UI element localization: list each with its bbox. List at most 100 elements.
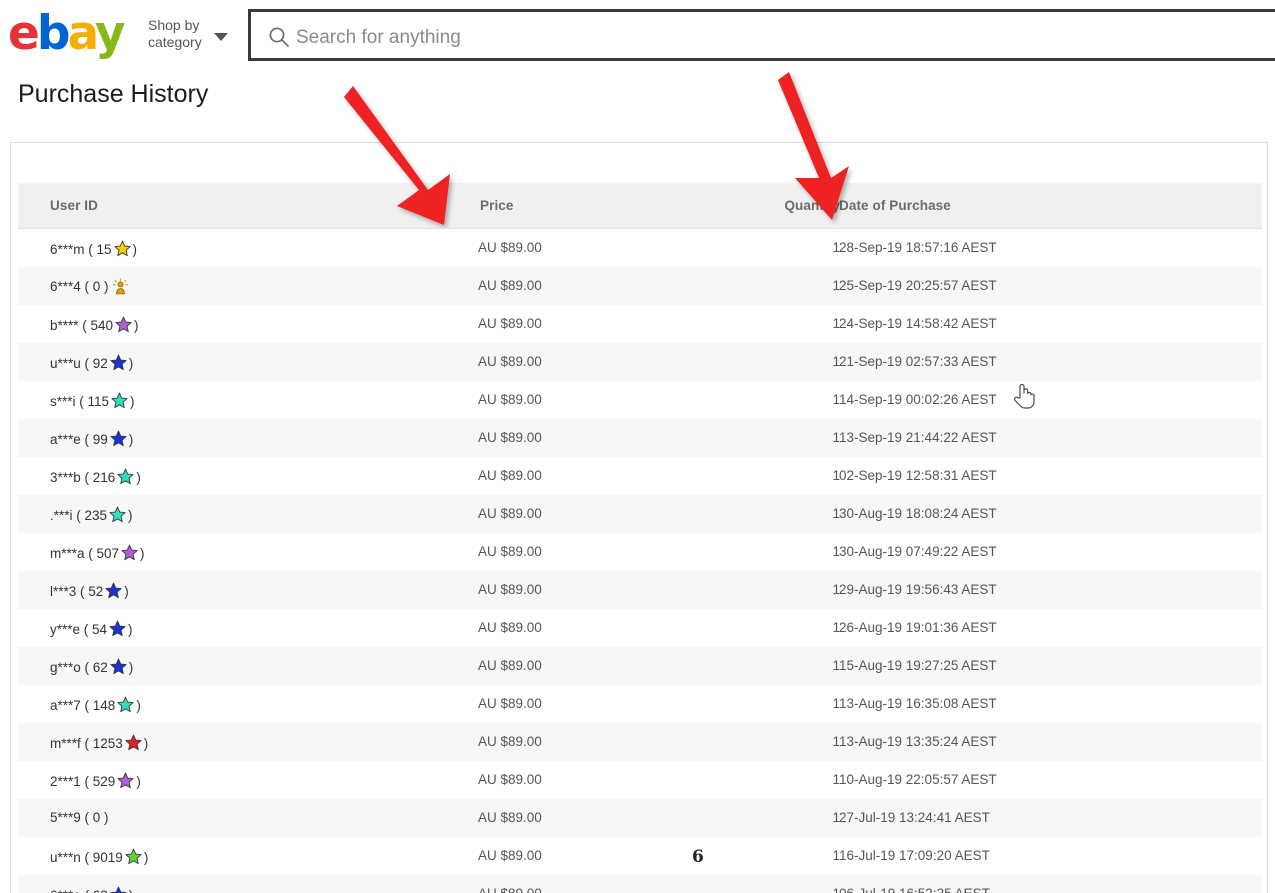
table-row[interactable]: s***i ( 115) AU $89.00 1 14-Sep-19 00:02:26… — [18, 381, 1262, 419]
table-row[interactable]: u***n ( 9019) AU $89.00 1 16-Jul-19 17:09:2… — [18, 837, 1262, 875]
table-row[interactable]: a***e ( 99) AU $89.00 1 13-Sep-19 21:44:22 … — [18, 419, 1262, 457]
cell-user-id[interactable]: .***i ( 235) — [50, 506, 133, 526]
shop-by-category-line1: Shop by — [148, 17, 200, 33]
feedback-star-icon-red[interactable] — [125, 734, 142, 754]
table-row[interactable]: .***i ( 235) AU $89.00 1 30-Aug-19 18:08:24… — [18, 495, 1262, 533]
user-id-tail: ) — [136, 698, 141, 713]
feedback-star-icon-blue[interactable] — [110, 886, 127, 893]
cell-date-of-purchase: 16-Jul-19 17:09:20 AEST — [839, 848, 990, 863]
table-row[interactable]: y***e ( 54) AU $89.00 1 26-Aug-19 19:01:36 … — [18, 609, 1262, 647]
cell-date-of-purchase: 10-Aug-19 22:05:57 AEST — [839, 772, 997, 787]
cell-date-of-purchase: 29-Aug-19 19:56:43 AEST — [839, 582, 997, 597]
table-row[interactable]: 3***b ( 216) AU $89.00 1 02-Sep-19 12:58:31… — [18, 457, 1262, 495]
feedback-star-icon-purple[interactable] — [115, 316, 132, 336]
cell-quantity: 1 — [832, 848, 840, 863]
cell-user-id[interactable]: 5***9 ( 0 ) — [50, 810, 109, 825]
logo-letter-a: a — [67, 6, 98, 61]
column-header-price[interactable]: Price — [480, 198, 514, 213]
feedback-star-icon-blue[interactable] — [105, 582, 122, 602]
feedback-star-icon-turquoise[interactable] — [117, 468, 134, 488]
feedback-star-icon-turquoise[interactable] — [109, 506, 126, 526]
cell-price: AU $89.00 — [478, 848, 542, 863]
cell-user-id[interactable]: g***o ( 62) — [50, 658, 133, 678]
cell-user-id[interactable]: u***n ( 9019) — [50, 848, 148, 868]
feedback-star-icon-turquoise[interactable] — [117, 696, 134, 716]
feedback-star-icon-purple[interactable] — [121, 544, 138, 564]
column-header-date-of-purchase[interactable]: Date of Purchase — [839, 198, 951, 213]
cell-quantity: 1 — [832, 316, 840, 331]
cell-price: AU $89.00 — [478, 620, 542, 635]
feedback-star-icon-blue[interactable] — [110, 430, 127, 450]
table-body: 6***m ( 15) AU $89.00 1 28-Sep-19 18:57:16 … — [18, 229, 1262, 893]
user-id-tail: ) — [134, 318, 139, 333]
cell-date-of-purchase: 24-Sep-19 14:58:42 AEST — [839, 316, 997, 331]
cell-user-id[interactable]: b**** ( 540) — [50, 316, 139, 336]
purchase-history-page: ebay Shop by category Search for anythin… — [0, 0, 1275, 893]
feedback-star-icon-blue[interactable] — [110, 354, 127, 374]
cell-price: AU $89.00 — [478, 316, 542, 331]
shop-by-category-line2: category — [148, 34, 202, 50]
table-row[interactable]: 6***a ( 63) AU $89.00 106-Jul-19 16:52:25 … — [18, 875, 1262, 893]
cell-user-id[interactable]: a***e ( 99) — [50, 430, 133, 450]
chevron-down-icon[interactable] — [214, 33, 228, 41]
table-row[interactable]: l***3 ( 52) AU $89.00 1 29-Aug-19 19:56:43 … — [18, 571, 1262, 609]
table-row[interactable]: a***7 ( 148) AU $89.00 1 13-Aug-19 16:35:08… — [18, 685, 1262, 723]
cell-quantity: 1 — [832, 392, 840, 407]
table-header-row: User ID Price Quantity Date of Purchase — [18, 183, 1262, 229]
column-header-quantity[interactable]: Quantity — [732, 198, 840, 213]
cell-date-of-purchase: 28-Sep-19 18:57:16 AEST — [839, 240, 997, 255]
cell-user-id[interactable]: u***u ( 92) — [50, 354, 133, 374]
user-id-tail: ) — [140, 546, 145, 561]
cell-price: AU $89.00 — [478, 810, 542, 825]
cell-date-of-purchase: 15-Aug-19 19:27:25 AEST — [839, 658, 997, 673]
cell-user-id[interactable]: y***e ( 54) — [50, 620, 133, 640]
table-row[interactable]: b**** ( 540) AU $89.00 1 24-Sep-19 14:58:42… — [18, 305, 1262, 343]
user-id-text: 6***a ( 63 — [50, 888, 108, 893]
cell-date-of-purchase: 21-Sep-19 02:57:33 AEST — [839, 354, 997, 369]
cell-user-id[interactable]: 2***1 ( 529) — [50, 772, 141, 792]
user-id-text: a***7 ( 148 — [50, 698, 116, 713]
table-row[interactable]: 5***9 ( 0 ) AU $89.00 1 27-Jul-19 13:24:41 … — [18, 799, 1262, 837]
table-row[interactable]: 2***1 ( 529) AU $89.00 1 10-Aug-19 22:05:57… — [18, 761, 1262, 799]
cell-user-id[interactable]: m***f ( 1253) — [50, 734, 148, 754]
user-id-text: m***a ( 507 — [50, 546, 120, 561]
cell-user-id[interactable]: l***3 ( 52) — [50, 582, 129, 602]
ebay-logo[interactable]: ebay — [8, 6, 125, 61]
feedback-star-icon-blue[interactable] — [109, 620, 126, 640]
cell-quantity: 1 — [832, 772, 840, 787]
table-row[interactable]: g***o ( 62) AU $89.00 1 15-Aug-19 19:27:25 … — [18, 647, 1262, 685]
shop-by-category-button[interactable]: Shop by category — [148, 17, 218, 51]
user-id-text: u***u ( 92 — [50, 356, 108, 371]
cell-price: AU $89.00 — [478, 582, 542, 597]
table-row[interactable]: u***u ( 92) AU $89.00 1 21-Sep-19 02:57:33 … — [18, 343, 1262, 381]
cell-date-of-purchase: 06-Jul-19 16:52:25 AEST — [839, 886, 990, 893]
feedback-star-icon-blue[interactable] — [110, 658, 127, 678]
cell-quantity: 1 — [832, 810, 840, 825]
cell-user-id[interactable]: 6***m ( 15) — [50, 240, 137, 260]
user-id-text: g***o ( 62 — [50, 660, 108, 675]
user-id-tail: ) — [143, 736, 149, 751]
feedback-star-icon-yellow[interactable] — [113, 240, 131, 260]
search-input[interactable]: Search for anything — [248, 9, 1275, 61]
feedback-star-icon-purple[interactable] — [117, 772, 134, 792]
table-row[interactable]: 6***m ( 15) AU $89.00 1 28-Sep-19 18:57:16 … — [18, 229, 1262, 267]
cell-date-of-purchase: 13-Aug-19 16:35:08 AEST — [839, 696, 997, 711]
cell-user-id[interactable]: 6***a ( 63) — [50, 886, 133, 893]
user-id-text: .***i ( 235 — [50, 508, 108, 523]
cell-user-id[interactable]: 6***4 ( 0 ) — [50, 278, 132, 298]
cell-user-id[interactable]: s***i ( 115) — [50, 392, 135, 412]
cell-user-id[interactable]: a***7 ( 148) — [50, 696, 141, 716]
feedback-star-icon-green[interactable] — [125, 848, 142, 868]
cell-user-id[interactable]: 3***b ( 216) — [50, 468, 141, 488]
new-member-icon — [112, 278, 129, 298]
cell-quantity: 1 — [832, 658, 840, 673]
cell-user-id[interactable]: m***a ( 507) — [50, 544, 145, 564]
user-id-tail: ) — [129, 888, 134, 893]
feedback-star-icon-turquoise[interactable] — [111, 392, 128, 412]
table-row[interactable]: 6***4 ( 0 ) AU $89.00 1 25-Sep-19 20:25:57 … — [18, 267, 1262, 305]
cell-price: AU $89.00 — [478, 544, 542, 559]
table-row[interactable]: m***f ( 1253) AU $89.00 1 13-Aug-19 13:35:2… — [18, 723, 1262, 761]
column-header-user-id[interactable]: User ID — [50, 198, 98, 213]
table-row[interactable]: m***a ( 507) AU $89.00 1 30-Aug-19 07:49:22… — [18, 533, 1262, 571]
user-id-tail: ) — [128, 660, 134, 675]
